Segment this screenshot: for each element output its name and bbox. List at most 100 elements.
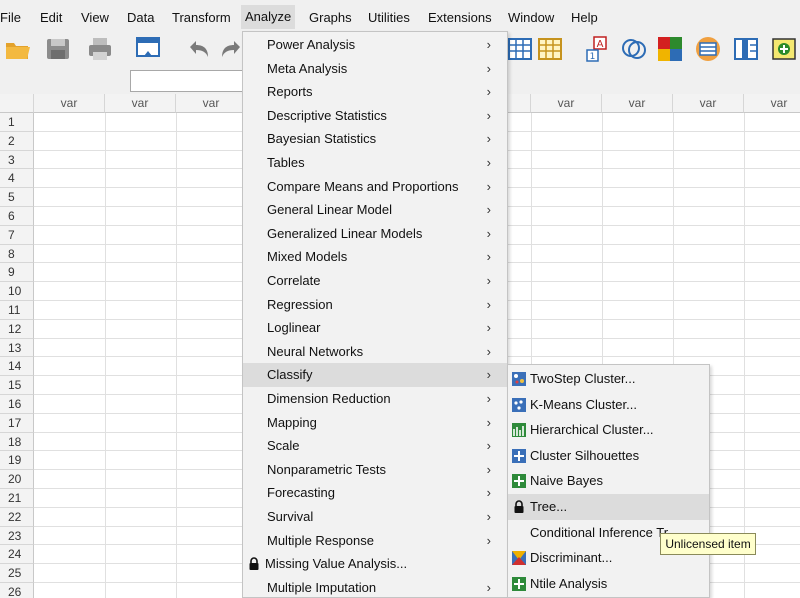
- menu-help[interactable]: Help: [571, 9, 598, 27]
- classify-submenu-item[interactable]: Ntile Analysis: [508, 571, 709, 597]
- analyze-menu-item[interactable]: Power Analysis ›: [243, 33, 507, 57]
- row-header[interactable]: 14: [0, 357, 34, 377]
- row-header[interactable]: 11: [0, 301, 34, 320]
- row-header[interactable]: 19: [0, 451, 34, 471]
- chevron-right-icon: ›: [486, 37, 491, 52]
- row-header[interactable]: 9: [0, 263, 34, 283]
- row-header[interactable]: 22: [0, 507, 34, 527]
- analyze-menu-item[interactable]: Meta Analysis ›: [243, 57, 507, 81]
- column-header[interactable]: var: [34, 94, 105, 113]
- menu-graphs[interactable]: Graphs: [309, 9, 352, 27]
- row-header[interactable]: 8: [0, 244, 34, 264]
- column-header[interactable]: var: [673, 94, 744, 113]
- row-header[interactable]: 26: [0, 583, 34, 598]
- row-header[interactable]: 4: [0, 169, 34, 189]
- color-blocks-icon[interactable]: [656, 35, 684, 63]
- row-header[interactable]: 3: [0, 150, 34, 170]
- undo-icon[interactable]: [184, 35, 212, 63]
- save-icon[interactable]: [44, 35, 72, 63]
- split-file-icon[interactable]: [536, 35, 564, 63]
- analyze-menu-item[interactable]: Scale ›: [243, 434, 507, 458]
- print-icon[interactable]: [86, 35, 114, 63]
- analyze-menu-item[interactable]: Nonparametric Tests ›: [243, 458, 507, 482]
- row-header[interactable]: 1: [0, 113, 34, 132]
- row-header[interactable]: 12: [0, 319, 34, 339]
- row-header[interactable]: 16: [0, 395, 34, 414]
- analyze-menu-item-label: Generalized Linear Models: [267, 225, 423, 241]
- classify-submenu-item[interactable]: Tree...: [508, 494, 709, 520]
- row-header[interactable]: 2: [0, 131, 34, 151]
- row-header[interactable]: 24: [0, 545, 34, 565]
- row-header[interactable]: 10: [0, 282, 34, 301]
- analyze-menu-item[interactable]: General Linear Model ›: [243, 198, 507, 222]
- column-header[interactable]: var: [531, 94, 602, 113]
- weight-cases-icon[interactable]: [694, 35, 722, 63]
- open-folder-icon[interactable]: [4, 35, 32, 63]
- row-header[interactable]: 7: [0, 225, 34, 245]
- row-header[interactable]: 23: [0, 526, 34, 546]
- row-header[interactable]: 15: [0, 376, 34, 395]
- classify-submenu-item-label: Tree...: [530, 499, 568, 514]
- menu-utilities[interactable]: Utilities: [368, 9, 410, 27]
- menu-transform[interactable]: Transform: [172, 9, 231, 27]
- analyze-menu-item[interactable]: Mapping ›: [243, 411, 507, 435]
- analyze-menu-item-label: Regression: [267, 296, 333, 312]
- analyze-menu-item[interactable]: Regression ›: [243, 293, 507, 317]
- column-header[interactable]: var: [176, 94, 247, 113]
- analyze-menu-item[interactable]: Correlate ›: [243, 269, 507, 293]
- menu-extensions[interactable]: Extensions: [428, 9, 492, 27]
- column-header[interactable]: var: [602, 94, 673, 113]
- analyze-menu-item[interactable]: Multiple Imputation ›: [243, 576, 507, 598]
- menu-file[interactable]: File: [0, 9, 21, 27]
- row-header[interactable]: 6: [0, 207, 34, 226]
- analyze-menu-item[interactable]: Mixed Models ›: [243, 245, 507, 269]
- analyze-menu-item[interactable]: Forecasting ›: [243, 481, 507, 505]
- row-header[interactable]: 25: [0, 564, 34, 583]
- value-labels-icon[interactable]: A1: [584, 35, 612, 63]
- analyze-menu-item[interactable]: Generalized Linear Models ›: [243, 222, 507, 246]
- chevron-right-icon: ›: [486, 273, 491, 288]
- analyze-menu-item[interactable]: Classify ›: [243, 363, 507, 387]
- analyze-menu-item[interactable]: Descriptive Statistics ›: [243, 104, 507, 128]
- classify-submenu-item[interactable]: K-Means Cluster...: [508, 392, 709, 418]
- column-header[interactable]: var: [744, 94, 800, 113]
- cell-value-input[interactable]: [130, 70, 260, 92]
- row-header[interactable]: 20: [0, 470, 34, 489]
- analyze-menu-item[interactable]: Bayesian Statistics ›: [243, 127, 507, 151]
- data-view-icon[interactable]: [506, 35, 534, 63]
- classify-submenu-item[interactable]: TwoStep Cluster...: [508, 366, 709, 392]
- add-icon[interactable]: [770, 35, 798, 63]
- analyze-menu-item[interactable]: Tables ›: [243, 151, 507, 175]
- analyze-menu-item-label: Nonparametric Tests: [267, 461, 386, 477]
- analyze-menu-item[interactable]: Survival ›: [243, 505, 507, 529]
- chevron-right-icon: ›: [486, 225, 491, 241]
- menu-data[interactable]: Data: [127, 9, 154, 27]
- analyze-menu-item[interactable]: Compare Means and Proportions ›: [243, 175, 507, 199]
- row-header[interactable]: 13: [0, 338, 34, 358]
- analyze-menu-item[interactable]: Reports ›: [243, 80, 507, 104]
- row-header[interactable]: 21: [0, 489, 34, 508]
- analyze-menu-item[interactable]: Dimension Reduction ›: [243, 387, 507, 411]
- analyze-menu-item[interactable]: Neural Networks ›: [243, 340, 507, 364]
- analyze-menu-item[interactable]: Missing Value Analysis...: [243, 552, 507, 576]
- menu-view[interactable]: View: [81, 9, 109, 27]
- menu-window[interactable]: Window: [508, 9, 554, 27]
- chevron-right-icon: ›: [486, 579, 491, 595]
- chevron-right-icon: ›: [486, 532, 491, 548]
- column-header[interactable]: var: [105, 94, 176, 113]
- sets-icon[interactable]: [620, 35, 648, 63]
- unlicensed-tooltip: Unlicensed item: [660, 533, 756, 555]
- classify-submenu-item[interactable]: Cluster Silhouettes: [508, 443, 709, 469]
- ntile-analysis-icon: [512, 576, 526, 591]
- row-header[interactable]: 18: [0, 432, 34, 452]
- row-header[interactable]: 17: [0, 413, 34, 433]
- row-header[interactable]: 5: [0, 188, 34, 207]
- menu-analyze[interactable]: Analyze: [241, 5, 296, 29]
- classify-submenu-item[interactable]: Naive Bayes: [508, 468, 709, 494]
- menu-edit[interactable]: Edit: [40, 9, 62, 27]
- insert-variable-icon[interactable]: [732, 35, 760, 63]
- classify-submenu-item[interactable]: Hierarchical Cluster...: [508, 417, 709, 443]
- analyze-menu-item[interactable]: Multiple Response ›: [243, 529, 507, 553]
- analyze-menu-item[interactable]: Loglinear ›: [243, 316, 507, 340]
- dialog-recall-icon[interactable]: [134, 35, 162, 63]
